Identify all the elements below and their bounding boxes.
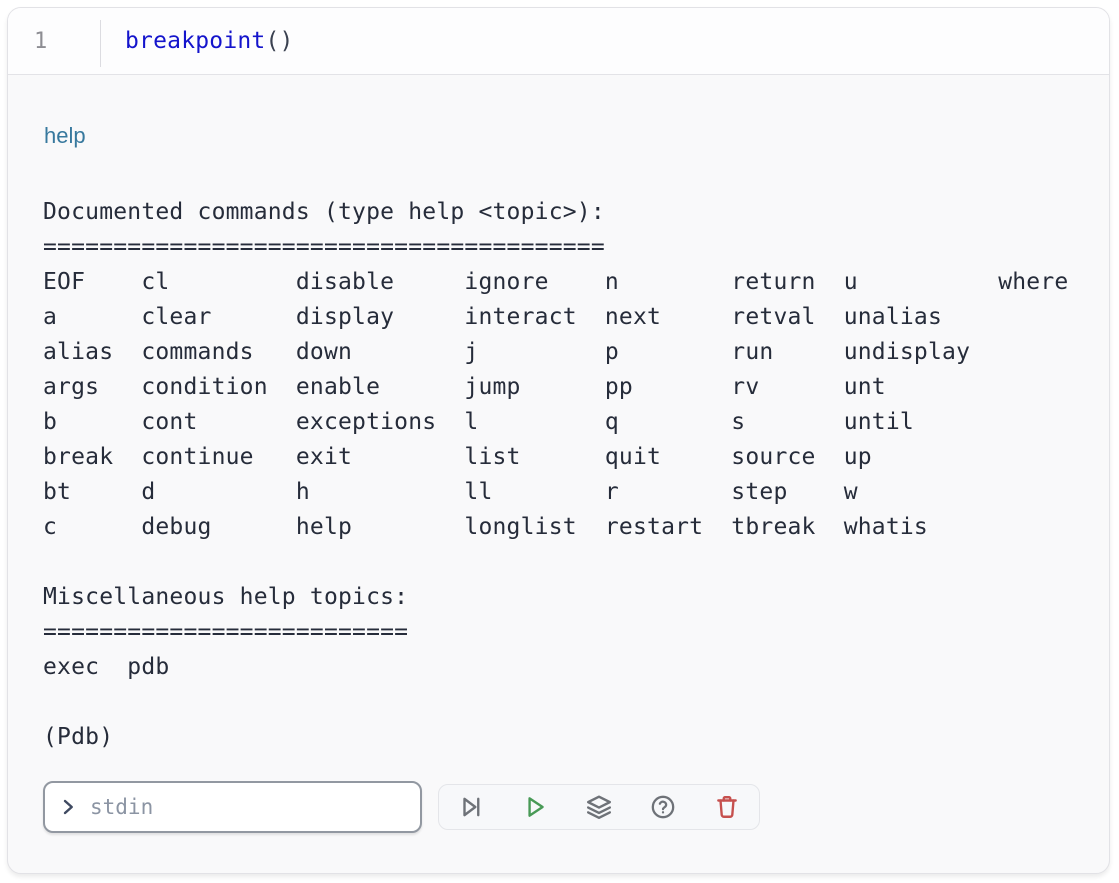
pdb-help-output: Documented commands (type help <topic>):…	[43, 195, 1074, 755]
code-line: breakpoint()	[101, 8, 294, 74]
stdin-input[interactable]	[88, 794, 406, 820]
help-button[interactable]	[650, 794, 676, 820]
step-button[interactable]	[458, 794, 484, 820]
stdin-box	[43, 781, 422, 833]
code-parens: ()	[265, 28, 293, 54]
code-keyword: breakpoint	[125, 28, 265, 54]
layers-icon	[586, 794, 612, 820]
chevron-right-icon	[59, 798, 77, 816]
echoed-command: help	[44, 123, 1074, 149]
help-circle-icon	[650, 794, 676, 820]
app: 1 breakpoint() help Documented commands …	[0, 0, 1119, 883]
run-button[interactable]	[522, 794, 548, 820]
code-editor[interactable]: 1 breakpoint()	[8, 8, 1109, 75]
line-number: 1	[34, 29, 47, 54]
terminal-toolbar	[438, 784, 760, 830]
skip-forward-icon	[458, 794, 484, 820]
trash-icon	[714, 794, 740, 820]
code-runner-card: 1 breakpoint() help Documented commands …	[7, 7, 1110, 874]
terminal-controls	[43, 781, 1074, 833]
clear-button[interactable]	[714, 794, 740, 820]
play-icon	[522, 794, 548, 820]
snippets-button[interactable]	[586, 794, 612, 820]
editor-gutter: 1	[8, 8, 101, 74]
terminal-output: help Documented commands (type help <top…	[8, 75, 1109, 833]
